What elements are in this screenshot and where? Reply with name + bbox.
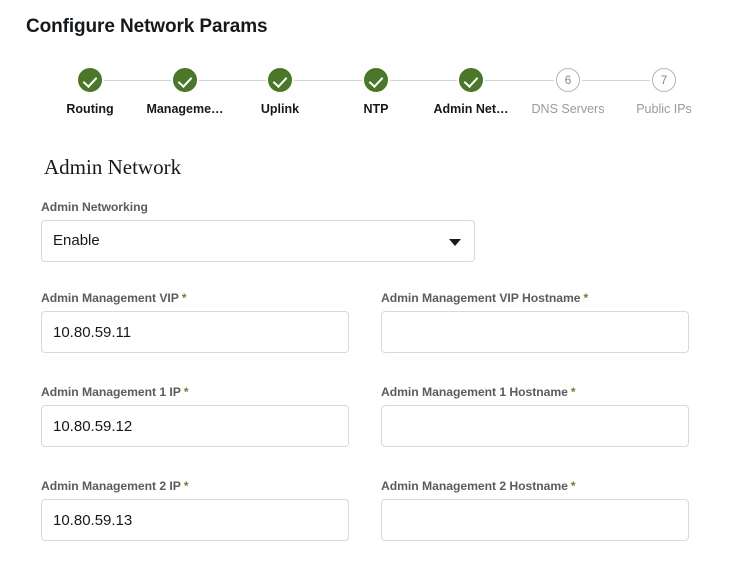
field-admin-management-2-hostname: Admin Management 2 Hostname * [381,479,689,541]
check-circle-icon [173,68,197,92]
network-params-form: Admin Networking Enable Admin Management… [41,200,701,573]
required-marker: * [181,291,187,305]
stepper-step-routing[interactable]: Routing [42,68,138,116]
required-marker: * [570,385,576,399]
check-circle-icon [459,68,483,92]
stepper-step-dns-servers[interactable]: 6 DNS Servers [520,68,616,116]
field-admin-management-1-hostname: Admin Management 1 Hostname * [381,385,689,447]
wizard-stepper: Routing Manageme… Uplink NTP Admin Net… 6 DNS … [42,68,702,130]
stepper-step-label: Admin Net… [433,102,509,116]
field-label: Admin Management 2 Hostname * [381,479,576,493]
chevron-down-icon[interactable] [449,239,461,246]
section-heading: Admin Network [44,155,182,179]
admin-management-2-hostname-input[interactable] [381,499,689,541]
stepper-step-label: Public IPs [636,102,692,116]
step-number-circle-icon: 6 [556,68,580,92]
stepper-step-manageme[interactable]: Manageme… [137,68,233,116]
stepper-step-admin-net[interactable]: Admin Net… [423,68,519,116]
admin-management-1-hostname-input[interactable] [381,405,689,447]
page-title: Configure Network Params [26,16,268,37]
admin-networking-select[interactable]: Enable [41,220,475,262]
form-row-vip: Admin Management VIP* Admin Management V… [41,291,701,353]
stepper-step-label: DNS Servers [531,102,605,116]
form-row-mgmt2: Admin Management 2 IP* Admin Management … [41,479,701,541]
field-label: Admin Management 1 Hostname * [381,385,576,399]
form-row-mgmt1: Admin Management 1 IP* Admin Management … [41,385,701,447]
stepper-step-label: Manageme… [146,102,224,116]
field-label: Admin Management 1 IP * [41,385,189,399]
admin-networking-label: Admin Networking [41,200,148,214]
step-number-circle-icon: 7 [652,68,676,92]
field-admin-management-vip-hostname: Admin Management VIP Hostname * [381,291,689,353]
field-label: Admin Management VIP Hostname * [381,291,589,305]
step-number: 7 [660,73,668,87]
step-number: 6 [564,73,572,87]
required-marker: * [570,479,576,493]
admin-management-vip-input[interactable] [41,311,349,353]
stepper-step-uplink[interactable]: Uplink [232,68,328,116]
stepper-step-public-ips[interactable]: 7 Public IPs [616,68,712,116]
check-circle-icon [364,68,388,92]
stepper-step-label: NTP [363,102,389,116]
admin-management-vip-hostname-input[interactable] [381,311,689,353]
required-marker: * [183,479,189,493]
admin-networking-field: Admin Networking Enable [41,200,701,262]
field-label: Admin Management 2 IP * [41,479,189,493]
field-admin-management-2-ip: Admin Management 2 IP * [41,479,349,541]
field-label: Admin Management VIP * [41,291,187,305]
stepper-step-label: Routing [66,102,114,116]
required-marker: * [583,291,589,305]
check-circle-icon [268,68,292,92]
field-admin-management-1-ip: Admin Management 1 IP * [41,385,349,447]
field-admin-management-vip: Admin Management VIP * [41,291,349,353]
admin-management-1-ip-input[interactable] [41,405,349,447]
admin-management-2-ip-input[interactable] [41,499,349,541]
check-circle-icon [78,68,102,92]
required-marker: * [183,385,189,399]
stepper-step-label: Uplink [260,102,300,116]
stepper-step-ntp[interactable]: NTP [328,68,424,116]
